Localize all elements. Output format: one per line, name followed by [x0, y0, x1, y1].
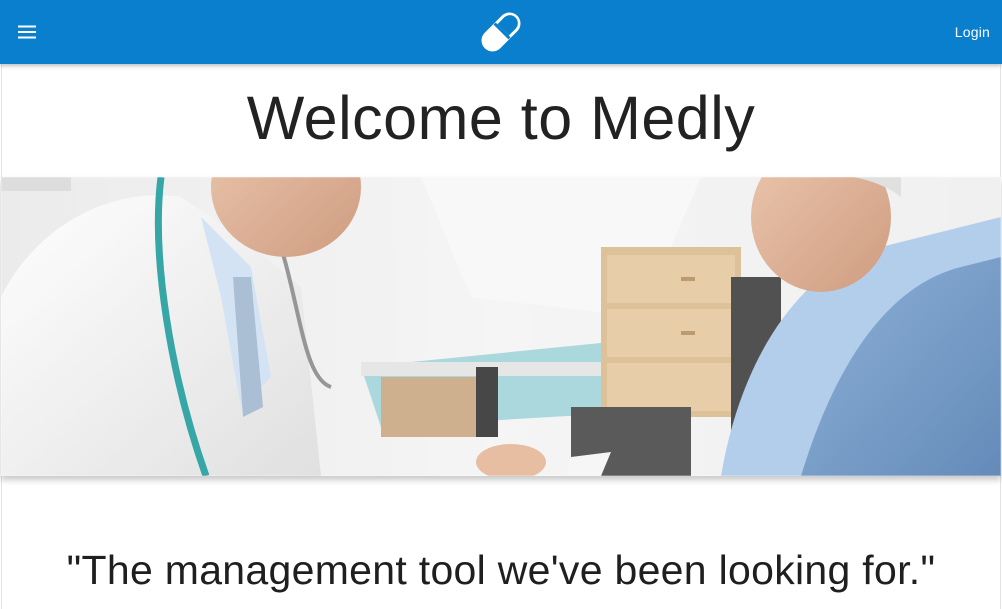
pill-capsule-icon[interactable]: [474, 6, 528, 58]
top-app-bar: Login: [0, 0, 1002, 64]
app-root: Login Welcome to Medly "The management t…: [0, 0, 1002, 609]
hamburger-menu-icon[interactable]: [10, 16, 44, 48]
login-button[interactable]: Login: [955, 20, 990, 44]
hero-image: [1, 177, 1001, 476]
page-title: Welcome to Medly: [246, 84, 756, 152]
testimonial-quote: "The management tool we've been looking …: [66, 547, 936, 593]
